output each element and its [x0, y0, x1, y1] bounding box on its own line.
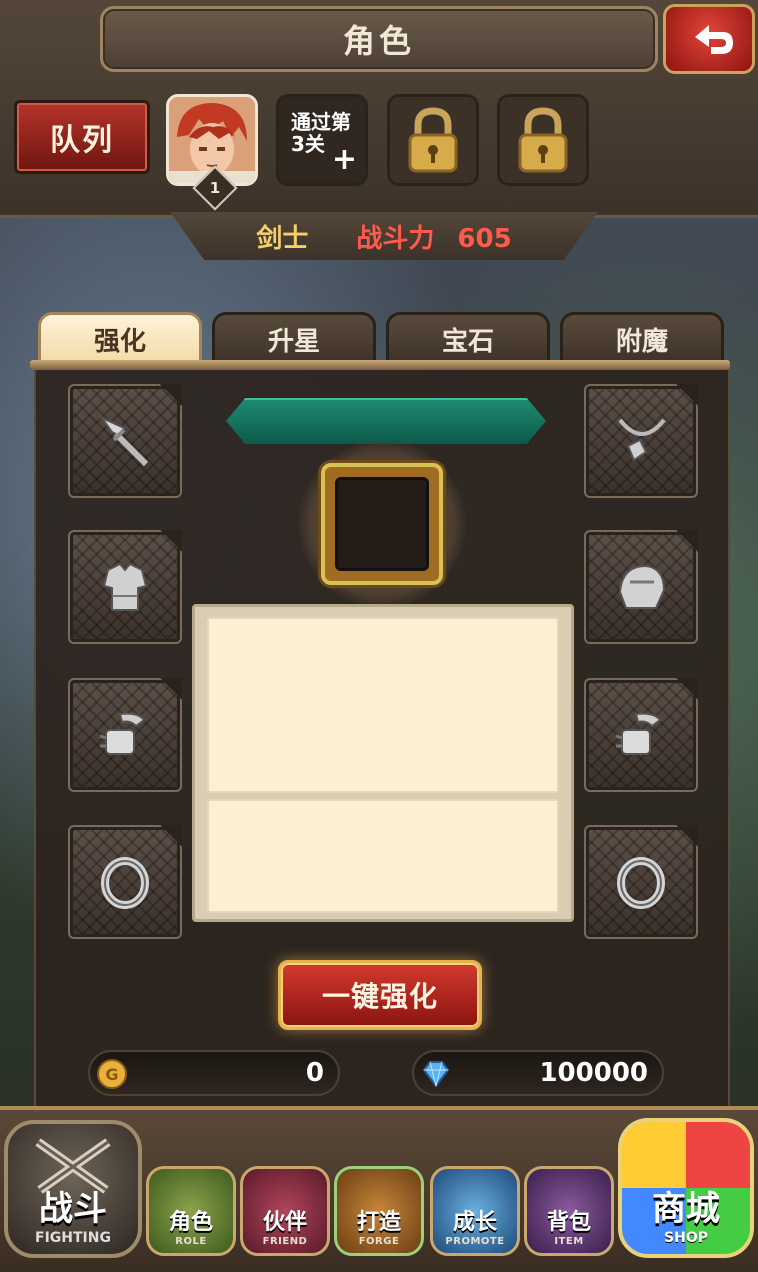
tab-enhance[interactable]: 强化 — [38, 312, 202, 364]
spear-icon — [99, 415, 149, 467]
gauntlet-icon — [99, 712, 146, 755]
selected-item-slot[interactable] — [321, 463, 443, 585]
selected-item-frame — [335, 477, 429, 571]
locked-team-slot-hint[interactable]: 通过第 3关 + — [276, 94, 368, 186]
combat-power-value: 605 — [457, 223, 512, 254]
helmet-icon — [618, 564, 666, 609]
diamond-icon — [422, 1061, 450, 1088]
gold-amount: 0 — [305, 1058, 324, 1088]
item-detail-card — [192, 604, 574, 922]
equip-slot-ring[interactable] — [68, 825, 182, 939]
hero-class: 剑士 — [256, 223, 309, 254]
svg-text:G: G — [105, 1065, 118, 1084]
crossed-swords-icon — [35, 1138, 111, 1194]
gauntlet-icon — [615, 712, 662, 755]
add-icon: + — [331, 142, 357, 177]
item-cost-area — [207, 799, 559, 913]
nav-friend-button[interactable]: 伙伴 FRIEND — [240, 1166, 330, 1256]
ring-icon — [101, 857, 149, 909]
nav-label: 商城 — [652, 1189, 720, 1229]
nav-label: 背包 — [546, 1210, 591, 1235]
hero-info-plate: 剑士 战斗力 605 — [170, 212, 598, 260]
return-arrow-icon — [695, 25, 733, 54]
armor-icon — [102, 562, 148, 611]
item-stats-area — [207, 617, 559, 793]
nav-label: 伙伴 — [262, 1210, 307, 1235]
page-title: 角色 — [100, 6, 658, 72]
tab-gem[interactable]: 宝石 — [386, 312, 550, 364]
team-queue-button[interactable]: 队列 — [14, 100, 150, 174]
equip-slot-helmet[interactable] — [584, 530, 698, 644]
combat-power: 战斗力 605 — [356, 218, 511, 255]
nav-sublabel: PROMOTE — [445, 1236, 505, 1247]
nav-sublabel: ROLE — [175, 1236, 207, 1247]
gold-coin-icon: G — [97, 1059, 127, 1089]
nav-item-button[interactable]: 背包 ITEM — [524, 1166, 614, 1256]
tab-enchant[interactable]: 附魔 — [560, 312, 724, 364]
equip-slot-gloves-right[interactable] — [584, 678, 698, 792]
enhance-all-button[interactable]: 一键强化 — [278, 960, 482, 1030]
tab-star-up[interactable]: 升星 — [212, 312, 376, 364]
item-name-ribbon — [226, 398, 546, 444]
nav-label: 角色 — [168, 1210, 213, 1235]
nav-sublabel: FRIEND — [262, 1236, 308, 1247]
nav-shop-button[interactable]: 商城 SHOP — [618, 1118, 754, 1258]
equip-slot-ring-right[interactable] — [584, 825, 698, 939]
combat-power-label: 战斗力 — [356, 223, 435, 254]
diamond-amount: 100000 — [539, 1058, 648, 1088]
diamond-counter: 100000 — [412, 1050, 664, 1096]
nav-label: 成长 — [452, 1210, 497, 1235]
nav-sublabel: SHOP — [664, 1230, 708, 1246]
nav-promote-button[interactable]: 成长 PROMOTE — [430, 1166, 520, 1256]
nav-label: 打造 — [356, 1210, 401, 1235]
nav-sublabel: FORGE — [358, 1236, 400, 1247]
nav-role-button[interactable]: 角色 ROLE — [146, 1166, 236, 1256]
back-button[interactable] — [663, 4, 755, 74]
equip-slot-gloves[interactable] — [68, 678, 182, 792]
locked-team-slot[interactable] — [387, 94, 479, 186]
padlock-icon — [518, 107, 568, 173]
equip-slot-weapon[interactable] — [68, 384, 182, 498]
nav-sublabel: ITEM — [554, 1236, 584, 1247]
nav-fighting-button[interactable]: 战斗 FIGHTING — [4, 1120, 142, 1258]
nav-sublabel: FIGHTING — [35, 1230, 111, 1246]
locked-team-slot[interactable] — [497, 94, 589, 186]
equip-slot-armor[interactable] — [68, 530, 182, 644]
necklace-icon — [618, 418, 666, 462]
padlock-icon — [408, 107, 458, 173]
nav-forge-button[interactable]: 打造 FORGE — [334, 1166, 424, 1256]
ring-icon — [617, 857, 665, 909]
panel-rim — [30, 360, 730, 370]
equip-slot-necklace[interactable] — [584, 384, 698, 498]
gold-counter: G 0 — [88, 1050, 340, 1096]
